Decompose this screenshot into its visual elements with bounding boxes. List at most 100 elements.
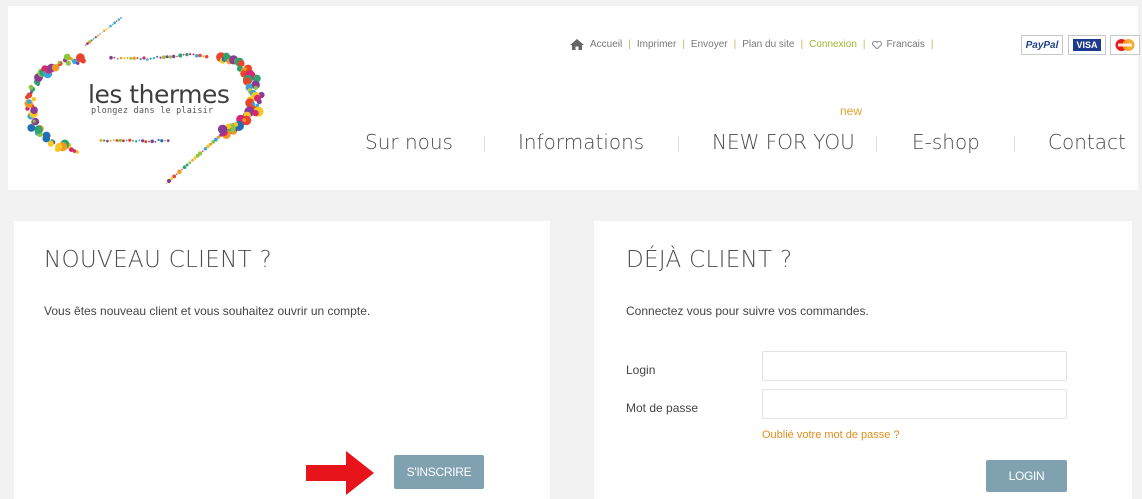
logo-dot: [152, 57, 155, 60]
logo-dot: [165, 55, 169, 59]
logo-dot: [202, 55, 205, 58]
language-selector[interactable]: Francais: [871, 39, 925, 50]
login-input[interactable]: [762, 351, 1067, 381]
logo-dot: [65, 60, 71, 66]
logo-dot: [132, 56, 136, 60]
logo-dot: [178, 53, 183, 58]
link-send[interactable]: Envoyer: [691, 39, 728, 50]
link-login[interactable]: Connexion: [809, 39, 857, 50]
link-print[interactable]: Imprimer: [637, 39, 676, 50]
logo-dot: [211, 140, 216, 144]
logo-dot: [116, 20, 118, 22]
password-label: Mot de passe: [626, 401, 699, 415]
logo-dot: [229, 58, 235, 63]
logo-dot: [141, 139, 145, 143]
link-home[interactable]: Accueil: [570, 39, 622, 50]
logo-dot: [128, 138, 132, 142]
password-input[interactable]: [762, 389, 1067, 419]
logo-dot: [165, 182, 168, 185]
nav-item-e-shop[interactable]: E-shop: [912, 130, 980, 154]
logo-dot: [256, 99, 262, 105]
logo-dot: [26, 99, 32, 105]
logo-dot: [136, 57, 139, 60]
nav-divider: [876, 136, 877, 152]
logo-dot: [125, 139, 128, 142]
login-button[interactable]: LOGIN: [986, 460, 1067, 492]
logo-dot: [30, 106, 38, 114]
logo-name: les thermes: [88, 80, 230, 109]
logo-dot: [191, 159, 194, 162]
logo-dot: [168, 55, 173, 59]
nav-divider: [484, 136, 485, 152]
logo-dot: [69, 57, 73, 61]
logo-dot: [176, 173, 178, 175]
visa-logo-text: VISA: [1073, 39, 1101, 51]
logo-dot: [57, 60, 61, 65]
existing-client-description: Connectez vous pour suivre vos commandes…: [626, 304, 869, 318]
logo-dot: [182, 165, 187, 169]
logo-text: les thermes plongez dans le plaisir: [88, 80, 230, 116]
logo-dot: [193, 156, 197, 160]
login-label: Login: [626, 363, 656, 377]
logo-dot: [132, 140, 134, 142]
divider: |: [930, 39, 934, 50]
logo-dot: [148, 140, 150, 143]
logo-dot: [111, 23, 114, 26]
logo-dot: [113, 21, 117, 25]
nav-item-informations[interactable]: Informations: [518, 130, 644, 154]
logo-dot: [28, 84, 34, 90]
logo-dot: [150, 139, 154, 144]
logo-dot: [181, 168, 183, 171]
utility-links: Accueil | Imprimer | Envoyer | Plan du s…: [570, 39, 939, 50]
logo-dot: [237, 60, 245, 67]
paypal-logo: PayPal: [1021, 35, 1063, 55]
new-badge: new: [840, 104, 863, 118]
logo-dot: [166, 178, 172, 184]
logo-dot: [242, 118, 247, 122]
home-icon: [570, 39, 584, 50]
logo-dot: [76, 61, 80, 65]
logo-dot: [203, 147, 208, 151]
annotation-arrow-icon: [306, 451, 374, 495]
nav-item-sur-nous[interactable]: Sur nous: [365, 130, 453, 154]
logo-dot: [109, 55, 113, 60]
logo-dot: [160, 139, 164, 143]
logo-dot: [109, 24, 112, 28]
logo-dot: [34, 125, 43, 134]
logo-dot: [159, 56, 162, 59]
logo-dot: [123, 57, 126, 60]
language-label: Francais: [886, 39, 925, 50]
logo-dot: [32, 119, 36, 123]
register-button[interactable]: S'INSCRIRE: [394, 455, 484, 489]
link-home-label: Accueil: [590, 39, 623, 50]
logo-dot: [119, 56, 123, 60]
logo[interactable]: les thermes plongez dans le plaisir: [16, 10, 278, 190]
new-client-panel: NOUVEAU CLIENT ? Vous êtes nouveau clien…: [14, 221, 550, 499]
logo-dot: [99, 139, 103, 142]
logo-dot: [139, 57, 142, 61]
logo-dot: [96, 34, 99, 37]
new-client-title: NOUVEAU CLIENT ?: [44, 247, 273, 273]
link-sitemap[interactable]: Plan du site: [742, 39, 794, 50]
logo-dot: [129, 57, 133, 60]
logo-dot: [101, 31, 103, 33]
existing-client-panel: DÉJÀ CLIENT ? Connectez vous pour suivre…: [594, 221, 1132, 499]
logo-dot: [54, 146, 61, 153]
logo-dot: [209, 142, 213, 146]
nav-item-new-for-you[interactable]: NEW FOR YOU: [712, 130, 855, 154]
logo-dot: [172, 174, 177, 179]
nav-item-contact[interactable]: Contact: [1048, 130, 1126, 154]
forgot-password-link[interactable]: Oublié votre mot de passe ?: [762, 429, 900, 441]
logo-dot: [86, 42, 89, 45]
logo-dot: [103, 29, 106, 32]
divider: |: [682, 39, 685, 50]
logo-dot: [202, 150, 204, 152]
logo-dot: [105, 28, 108, 31]
logo-dot: [144, 140, 148, 144]
logo-dot: [172, 54, 176, 59]
logo-dot: [138, 139, 141, 142]
logo-dot: [176, 55, 178, 58]
logo-dot: [156, 55, 159, 58]
logo-dot: [149, 57, 152, 60]
visa-logo: VISA: [1068, 35, 1106, 55]
